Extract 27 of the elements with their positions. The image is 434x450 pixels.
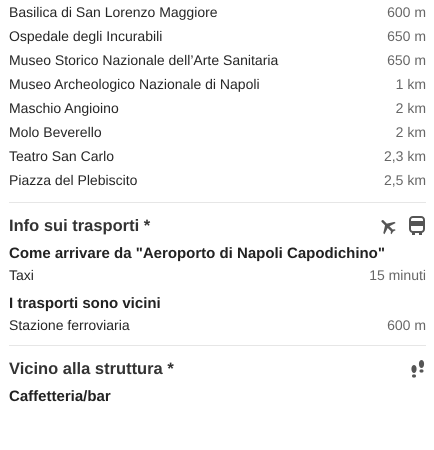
group-title: I trasporti sono vicini xyxy=(9,294,162,314)
landmark-name: Museo Storico Nazionale dell’Arte Sanitaria xyxy=(9,52,278,68)
landmark-name: Molo Beverello xyxy=(9,124,102,140)
section-title: Vicino alla struttura * xyxy=(9,360,174,378)
group-title: Caffetteria/bar xyxy=(9,387,112,407)
transport-time: 15 minuti xyxy=(369,267,426,283)
section-title: Info sui trasporti * xyxy=(9,216,150,236)
distance: 2,5 km xyxy=(384,172,426,188)
transport-name: Taxi xyxy=(9,267,34,283)
distance: 2 km xyxy=(396,124,426,140)
landmark-name: Museo Archeologico Nazionale di Napoli xyxy=(9,76,260,92)
transport-time: 600 m xyxy=(387,317,426,333)
distance: 600 m xyxy=(387,4,426,20)
distance: 2,3 km xyxy=(384,148,426,164)
landmark-name: Piazza del Plebiscito xyxy=(9,172,138,188)
distance: 2 km xyxy=(396,100,426,116)
footprints-icon xyxy=(410,359,426,379)
group-title: Come arrivare da "Aeroporto di Napoli Capodichino" xyxy=(9,244,386,264)
landmark-name: Ospedale degli Incurabili xyxy=(9,28,162,44)
transport-name: Stazione ferroviaria xyxy=(9,317,130,333)
distance: 1 km xyxy=(396,76,426,92)
landmark-name: Maschio Angioino xyxy=(9,100,119,116)
bus-icon xyxy=(408,216,426,236)
landmark-name: Basilica di San Lorenzo Maggiore xyxy=(9,4,218,20)
distance: 650 m xyxy=(387,28,426,44)
distance: 650 m xyxy=(387,52,426,68)
landmark-name: Teatro San Carlo xyxy=(9,148,114,164)
